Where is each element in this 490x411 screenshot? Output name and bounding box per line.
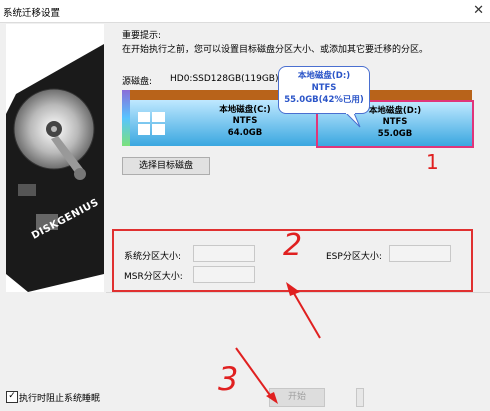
window-title: 系统迁移设置	[3, 8, 61, 19]
tip-text: 在开始执行之前，您可以设置目标磁盘分区大小、或添加其它要迁移的分区。	[122, 45, 429, 55]
tooltip-name: 本地磁盘(D:)	[297, 71, 351, 81]
annotation-number-2: 2	[283, 228, 303, 263]
prevent-sleep-checkbox[interactable]: ✓	[6, 391, 18, 403]
cancel-button-partial[interactable]	[356, 388, 364, 407]
sidebar-illustration: DISKGENIUS	[6, 24, 104, 292]
annotation-number-1: 1	[426, 150, 439, 174]
partition-tooltip: 本地磁盘(D:) NTFS 55.0GB(42%已用)	[278, 66, 370, 114]
select-target-disk-button[interactable]: 选择目标磁盘	[122, 157, 210, 175]
title-bar: 系统迁移设置 ✕	[0, 0, 490, 23]
partition-c-fs: NTFS	[232, 116, 258, 126]
footer-separator	[106, 292, 490, 293]
tooltip-fs: NTFS	[311, 83, 337, 93]
tooltip-usage: 55.0GB(42%已用)	[284, 95, 364, 105]
hard-disk-icon	[6, 44, 104, 292]
tooltip-pointer	[346, 113, 361, 128]
prevent-sleep-label[interactable]: 执行时阻止系统睡眠	[19, 391, 100, 404]
annotation-number-3: 3	[218, 360, 239, 398]
start-button[interactable]: 开始	[269, 388, 325, 407]
windows-logo-icon	[138, 112, 165, 135]
partition-d-fs: NTFS	[382, 117, 408, 127]
source-disk-value: HD0:SSD128GB(119GB)	[170, 74, 279, 84]
partition-c-size: 64.0GB	[227, 128, 263, 138]
partition-d-size: 55.0GB	[377, 129, 413, 139]
close-icon[interactable]: ✕	[473, 3, 484, 18]
source-disk-label: 源磁盘:	[122, 77, 153, 87]
tip-title: 重要提示:	[122, 31, 162, 41]
disk-edge-marker	[122, 90, 130, 146]
